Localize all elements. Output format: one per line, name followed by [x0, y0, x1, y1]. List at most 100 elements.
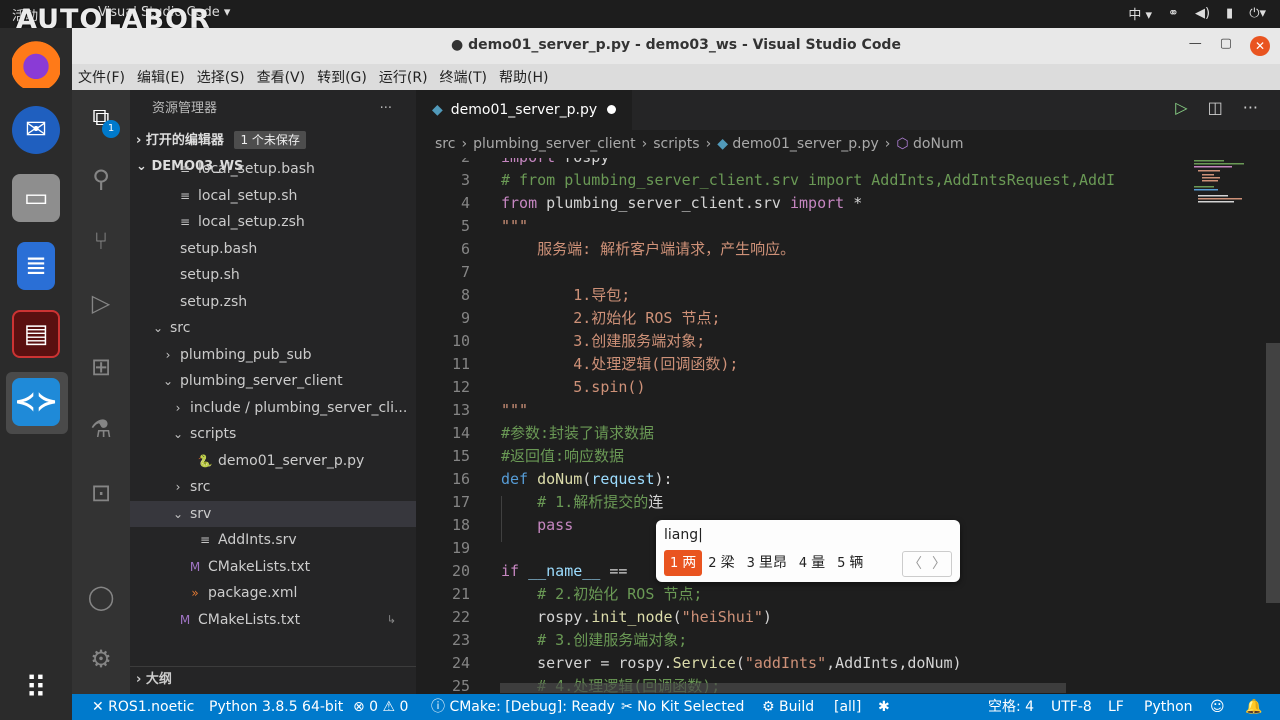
tree-item[interactable]: ≡ AddInts.srv: [130, 527, 416, 554]
menu-view[interactable]: 查看(V): [257, 67, 306, 87]
tree-item[interactable]: M CMakeLists.txt ↳: [130, 607, 416, 627]
show-applications-icon[interactable]: ⠿: [12, 664, 60, 712]
tree-item[interactable]: setup.bash: [130, 236, 416, 263]
language-mode[interactable]: Python: [1144, 694, 1193, 720]
code-line[interactable]: 23 # 3.创建服务端对象;: [416, 629, 1188, 652]
code-line[interactable]: 7: [416, 261, 1188, 284]
maximize-button[interactable]: ▢: [1220, 36, 1232, 56]
code-line[interactable]: 9 2.初始化 ROS 节点;: [416, 307, 1188, 330]
breadcrumb-item[interactable]: demo01_server_p.py: [732, 136, 878, 152]
testing-icon[interactable]: ⚗: [86, 414, 116, 444]
code-line[interactable]: 12 5.spin(): [416, 376, 1188, 399]
vscode-icon[interactable]: ≺≻: [12, 378, 60, 426]
code-line[interactable]: 6 服务端: 解析客户端请求，产生响应。: [416, 238, 1188, 261]
more-actions-icon[interactable]: ···: [380, 90, 392, 128]
accounts-icon[interactable]: ◯: [86, 582, 116, 612]
code-line[interactable]: 8 1.导包;: [416, 284, 1188, 307]
tree-item[interactable]: › include / plumbing_server_cli...: [130, 395, 416, 422]
tree-item[interactable]: setup.sh: [130, 262, 416, 289]
tree-item[interactable]: ≡ local_setup.bash: [130, 156, 416, 183]
menu-help[interactable]: 帮助(H): [499, 67, 548, 87]
run-debug-icon[interactable]: ▷: [86, 288, 116, 318]
menu-selection[interactable]: 选择(S): [197, 67, 245, 87]
code-line[interactable]: 16 def doNum(request):: [416, 468, 1188, 491]
code-editor[interactable]: 2 import rospy 3 # from plumbing_server_cli…: [416, 158, 1188, 694]
tree-item[interactable]: ≡ local_setup.zsh: [130, 209, 416, 236]
code-line[interactable]: 21 # 2.初始化 ROS 节点;: [416, 583, 1188, 606]
breadcrumb-item[interactable]: doNum: [913, 136, 963, 152]
tree-item[interactable]: ⌄ src: [130, 315, 416, 342]
firefox-icon[interactable]: [12, 40, 60, 88]
extensions-icon[interactable]: ⊞: [86, 352, 116, 382]
ime-candidate[interactable]: 2梁: [708, 550, 740, 576]
feedback-icon[interactable]: ☺: [1210, 694, 1225, 720]
scrollbar-thumb[interactable]: [1266, 343, 1280, 603]
run-file-icon[interactable]: ▷: [1175, 98, 1187, 117]
input-method-indicator[interactable]: 中 ▾: [1128, 4, 1152, 23]
menu-go[interactable]: 转到(G): [317, 67, 367, 87]
menu-run[interactable]: 运行(R): [379, 67, 428, 87]
breadcrumb-item[interactable]: plumbing_server_client: [473, 136, 636, 152]
ime-candidate[interactable]: 5辆: [837, 550, 869, 576]
power-icon[interactable]: ⏻▾: [1249, 6, 1266, 21]
remote-explorer-icon[interactable]: ⊡: [86, 478, 116, 508]
code-line[interactable]: 3 # from plumbing_server_client.srv impor…: [416, 169, 1188, 192]
code-line[interactable]: 13 """: [416, 399, 1188, 422]
settings-gear-icon[interactable]: ⚙: [86, 644, 116, 674]
ime-next-page-button[interactable]: 〉: [927, 552, 951, 576]
tree-item[interactable]: ⌄ srv: [130, 500, 416, 527]
tree-item[interactable]: ≡ local_setup.sh: [130, 183, 416, 210]
menu-file[interactable]: 文件(F): [78, 67, 125, 87]
tree-item[interactable]: setup.zsh: [130, 289, 416, 316]
ime-candidate[interactable]: 4量: [799, 550, 831, 576]
search-icon[interactable]: ⚲: [86, 164, 116, 194]
terminal-app-icon[interactable]: ▤: [12, 310, 60, 358]
ime-candidate[interactable]: 1两: [664, 550, 703, 576]
thunderbird-icon[interactable]: ✉: [12, 106, 60, 154]
editor-tab[interactable]: ◆ demo01_server_p.py: [416, 90, 632, 130]
code-line[interactable]: 5 """: [416, 215, 1188, 238]
menu-edit[interactable]: 编辑(E): [137, 67, 185, 87]
system-tray[interactable]: 中 ▾ ⚭ ◀) ▮ ⏻▾: [1128, 4, 1266, 23]
writer-icon[interactable]: ≣: [17, 242, 55, 290]
code-line[interactable]: 17 # 1.解析提交的连: [416, 491, 1188, 514]
unsaved-dot-icon[interactable]: [607, 105, 617, 114]
split-editor-icon[interactable]: ◫: [1208, 98, 1223, 117]
encoding-status[interactable]: UTF-8: [1051, 694, 1092, 720]
tree-item[interactable]: › src: [130, 474, 416, 501]
eol-status[interactable]: LF: [1108, 694, 1124, 720]
breadcrumb-item[interactable]: src: [435, 136, 455, 152]
build-button[interactable]: ⚙ Build: [762, 694, 814, 720]
code-line[interactable]: 15 #返回值:响应数据: [416, 445, 1188, 468]
network-icon[interactable]: ⚭: [1168, 6, 1179, 21]
cmake-status[interactable]: ⓘ CMake: [Debug]: Ready: [431, 694, 615, 720]
build-target[interactable]: [all]: [834, 694, 861, 720]
breadcrumb-item[interactable]: scripts: [653, 136, 699, 152]
python-interpreter[interactable]: Python 3.8.5 64-bit: [209, 694, 343, 720]
tree-item[interactable]: › plumbing_pub_sub: [130, 342, 416, 369]
volume-icon[interactable]: ◀): [1195, 6, 1210, 21]
source-control-icon[interactable]: ⑂: [86, 226, 116, 256]
problems-indicator[interactable]: ⊗ 0 ⚠ 0: [353, 694, 408, 720]
code-line[interactable]: 14 #参数:封装了请求数据: [416, 422, 1188, 445]
tree-item[interactable]: ⌄ plumbing_server_client: [130, 368, 416, 395]
code-line[interactable]: 11 4.处理逻辑(回调函数);: [416, 353, 1188, 376]
code-line[interactable]: 22 rospy.init_node("heiShui"): [416, 606, 1188, 629]
battery-icon[interactable]: ▮: [1226, 6, 1233, 21]
debug-icon[interactable]: ✱: [878, 694, 890, 720]
ime-candidate[interactable]: 3 里昂: [747, 550, 793, 576]
code-line[interactable]: 24 server = rospy.Service("addInts",AddI…: [416, 652, 1188, 675]
horizontal-scrollbar[interactable]: [500, 683, 1066, 693]
minimize-button[interactable]: —: [1189, 36, 1202, 56]
tree-item[interactable]: M CMakeLists.txt: [130, 554, 416, 581]
files-icon[interactable]: ▭: [12, 174, 60, 222]
open-editors-section[interactable]: › 打开的编辑器 1 个未保存: [130, 128, 416, 154]
code-line[interactable]: 4 from plumbing_server_client.srv import …: [416, 192, 1188, 215]
menu-terminal[interactable]: 终端(T): [440, 67, 487, 87]
vertical-scrollbar[interactable]: [1264, 158, 1280, 694]
notifications-bell-icon[interactable]: 🔔: [1245, 694, 1262, 720]
code-line[interactable]: 2 import rospy: [416, 158, 1188, 169]
ime-prev-page-button[interactable]: 〈: [903, 552, 927, 576]
remote-status[interactable]: ✕ ROS1.noetic: [92, 694, 194, 720]
outline-section[interactable]: › 大纲: [130, 666, 416, 694]
